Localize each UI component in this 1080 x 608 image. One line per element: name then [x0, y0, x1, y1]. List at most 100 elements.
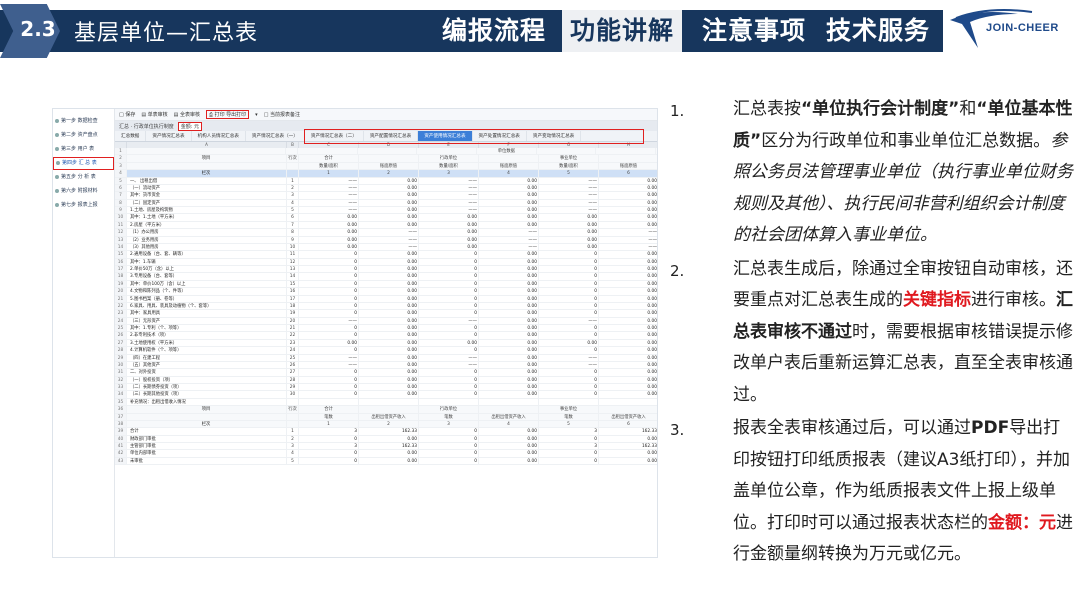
table-cell [359, 398, 419, 406]
table-row[interactable]: 18 3.专用设备（台、套等） 14 0 0.00 0 0.00 0 0.00 [115, 273, 657, 281]
table-cell: （3）其他用房 [127, 243, 287, 251]
table-row[interactable]: 35 补充情况：出租出借收入情况 [115, 398, 657, 407]
table-cell: 2.单价50万（含）以上 [127, 266, 287, 273]
tab-process[interactable]: 编报流程 [434, 10, 554, 52]
report-tab[interactable]: 资产情况汇总表（一） [246, 131, 305, 141]
table-row[interactable]: 9 1.土地、房屋及构筑物 5 —— 0.00 —— 0.00 —— 0.00 [115, 207, 657, 215]
table-row[interactable]: 34 （三）长期其他投资（项） 30 0 0.00 0 0.00 0 0.00 [115, 391, 657, 399]
grid-body: 1 单位数据 2 项目 行次 合计 行政单位 事业单位 3 数量/面积 账面原值 数量/面积 账面原值数… [115, 148, 657, 466]
table-row[interactable]: 42 单位内部审批 4 0 0.00 0 0.00 0 0.00 [115, 450, 657, 458]
tab-features[interactable]: 功能讲解 [562, 10, 683, 52]
table-cell [359, 155, 419, 162]
table-row[interactable]: 32 （一）股权投资（项） 28 0 0.00 0 0.00 0 0.00 [115, 376, 657, 384]
toolbar-button[interactable]: ⎙ 打印 导出打印 [205, 110, 250, 119]
table-row[interactable]: 8 （二）固定资产 4 —— 0.00 —— 0.00 —— 0.00 [115, 199, 657, 207]
table-row[interactable]: 16 其中：1.车辆 12 0 0.00 0 0.00 0 0.00 [115, 258, 657, 266]
table-cell: 0 [299, 384, 359, 391]
toolbar-button[interactable]: □ 当前报表备注 [264, 111, 300, 118]
table-row[interactable]: 14 （3）其他用房 10 0.00 —— 0.00 —— 0.00 —— [115, 243, 657, 252]
note-number: 1. [670, 102, 685, 120]
table-cell [599, 155, 657, 161]
table-cell: 0 [419, 435, 479, 442]
table-row[interactable]: 36 项目 行次 合计 行政单位 事业单位 [115, 406, 657, 414]
step-item[interactable]: 第四步 汇 总 表 [53, 157, 114, 170]
table-cell: 0.00 [599, 450, 657, 456]
table-row[interactable]: 4 栏次 1 2 3 4 5 6 [115, 170, 657, 178]
table-cell: 162.33 [359, 443, 419, 450]
tab-notes[interactable]: 注意事项 [694, 10, 814, 52]
table-cell: —— [539, 192, 599, 199]
table-row[interactable]: 7 其中：货币资金 3 —— 0.00 —— 0.00 —— 0.00 [115, 192, 657, 200]
step-item[interactable]: 第三步 用户 表 [53, 143, 114, 156]
section-number: 2.3 [20, 17, 56, 41]
table-row[interactable]: 3 数量/面积 账面原值 数量/面积 账面原值 数量/面积 账面原值 [115, 162, 657, 171]
table-cell: 4 [479, 170, 539, 177]
tab-tech-service[interactable]: 技术服务 [818, 10, 938, 52]
table-row[interactable]: 40 财政部门审批 2 0 0.00 0 0.00 0 0.00 [115, 435, 657, 443]
table-row[interactable]: 10 其中：1.土地（平方米） 6 0.00 0.00 0.00 0.00 0.00 0.00 [115, 214, 657, 222]
toolbar-button[interactable]: ▤ 单表审核 [141, 111, 167, 118]
table-row[interactable]: 11 2.房屋（平方米） 7 0.00 0.00 0.00 0.00 0.00 0.00 [115, 221, 657, 230]
table-row[interactable]: 39 合计 1 3 162.33 0 0.00 3 162.33 [115, 428, 657, 436]
table-cell: 0.00 [599, 310, 657, 316]
table-cell: 1.土地、房屋及构筑物 [127, 207, 287, 214]
table-cell: 0.00 [479, 199, 539, 206]
step-item[interactable]: 第五步 分 析 表 [53, 171, 114, 184]
toolbar-button[interactable]: □ 保存 [119, 111, 135, 118]
table-row[interactable]: 17 2.单价50万（含）以上 13 0 0.00 0 0.00 0 0.00 [115, 266, 657, 274]
table-cell: 0.00 [359, 317, 419, 324]
table-row[interactable]: 22 6.家具、用具、装具及动植物（个、套等） 18 0 0.00 0 0.00 0 0.00 [115, 302, 657, 311]
table-cell: 0.00 [599, 303, 657, 309]
table-row[interactable]: 31 二、对外投资 27 0 0.00 0 0.00 0 0.00 [115, 369, 657, 377]
table-cell: 0 [419, 332, 479, 339]
report-tab[interactable]: 汇总数据 [115, 131, 147, 141]
table-row[interactable]: 21 5.图书档案（册、卷等） 17 0 0.00 0 0.00 0 0.00 [115, 295, 657, 303]
table-cell: 3 [539, 443, 599, 450]
table-cell [286, 148, 298, 155]
table-row[interactable]: 24 （三）无形资产 20 —— 0.00 —— 0.00 —— 0.00 [115, 317, 657, 325]
toolbar-button[interactable]: ▤ 全表审核 [174, 111, 200, 118]
table-row[interactable]: 23 其中：家具用具 19 0 0.00 0 0.00 0 0.00 [115, 310, 657, 318]
toolbar-button[interactable]: ▾ [255, 112, 258, 118]
table-row[interactable]: 29 （四）在建工程 25 —— 0.00 —— 0.00 —— 0.00 [115, 354, 657, 362]
table-row[interactable]: 2 项目 行次 合计 行政单位 事业单位 [115, 155, 657, 163]
step-item[interactable]: 第六步 附报材料 [53, 185, 114, 198]
step-item[interactable]: 第二步 资产盘点 [53, 129, 114, 142]
table-row[interactable]: 43 未审批 5 0 0.00 0 0.00 0 0.00 [115, 457, 657, 466]
table-cell: 0 [539, 288, 599, 295]
table-cell: 1 [287, 428, 299, 435]
table-cell [287, 162, 299, 170]
table-row[interactable]: 26 2.非专利技术（项） 22 0 0.00 0 0.00 0 0.00 [115, 332, 657, 340]
report-tab[interactable]: 资产情况汇总表 [146, 131, 192, 141]
table-cell: —— [419, 199, 479, 206]
table-row[interactable]: 33 （二）长期债券投资（项） 29 0 0.00 0 0.00 0 0.00 [115, 384, 657, 392]
table-row[interactable]: 27 3.土地使用权（平方米） 23 0.00 0.00 0.00 0.00 0.00 0.00 [115, 339, 657, 348]
table-row[interactable]: 12 （1）办公用房 8 0.00 —— 0.00 —— 0.00 —— [115, 229, 657, 237]
table-row[interactable]: 19 其中：单价100万（含）以上 15 0 0.00 0 0.00 0 0.00 [115, 280, 657, 289]
table-row[interactable]: 30 （五）其他资产 26 —— 0.00 —— 0.00 —— 0.00 [115, 361, 657, 370]
table-row[interactable]: 38 栏次 1 2 3 4 5 6 [115, 420, 657, 429]
table-row[interactable]: 25 其中：1.专利（个、项等） 21 0 0.00 0 0.00 0 0.00 [115, 325, 657, 333]
table-cell: 0.00 [599, 192, 657, 198]
step-dot-icon [55, 175, 59, 180]
table-row[interactable]: 37 笔数 出租出借资产收入 笔数 出租出借资产收入 笔数 出租出借资产收入 [115, 413, 657, 421]
table-cell [358, 148, 418, 155]
note-text: 汇总表生成后，除通过全审按钮自动审核，还要重点对汇总表生成的关键指标进行审核。汇… [733, 258, 1073, 405]
step-item[interactable]: 第一步 数据检查 [53, 115, 114, 128]
table-row[interactable]: 20 4.文物和陈列品（个、件等） 16 0 0.00 0 0.00 0 0.00 [115, 288, 657, 296]
table-row[interactable]: 1 单位数据 [115, 148, 657, 156]
report-tab[interactable]: 机构人员情况汇总表 [192, 131, 246, 141]
table-cell [359, 406, 419, 413]
table-cell: 0.00 [479, 192, 539, 199]
table-row[interactable]: 6 （一）流动资产 2 —— 0.00 —— 0.00 —— 0.00 [115, 184, 657, 193]
table-row[interactable]: 5 一、 出租出借 1 —— 0.00 —— 0.00 —— 0.00 [115, 177, 657, 185]
table-row[interactable]: 41 主管部门审批 3 3 162.33 0 0.00 3 162.33 [115, 443, 657, 451]
amount-unit-selector[interactable]: 金额: 元 [177, 121, 203, 131]
table-cell: 0 [539, 251, 599, 258]
table-row[interactable]: 13 （2）业务用房 9 0.00 —— 0.00 —— 0.00 —— [115, 236, 657, 244]
table-cell: 0.00 [599, 288, 657, 294]
table-row[interactable]: 28 4.计算机软件（个、项等） 24 0 0.00 0 0.00 0 0.00 [115, 347, 657, 355]
step-item[interactable]: 第七步 报表上报 [53, 199, 114, 212]
table-cell: 账面原值 [599, 163, 657, 169]
table-row[interactable]: 15 2.通用设备（台、套、辆等） 11 0 0.00 0 0.00 0 0.00 [115, 251, 657, 259]
